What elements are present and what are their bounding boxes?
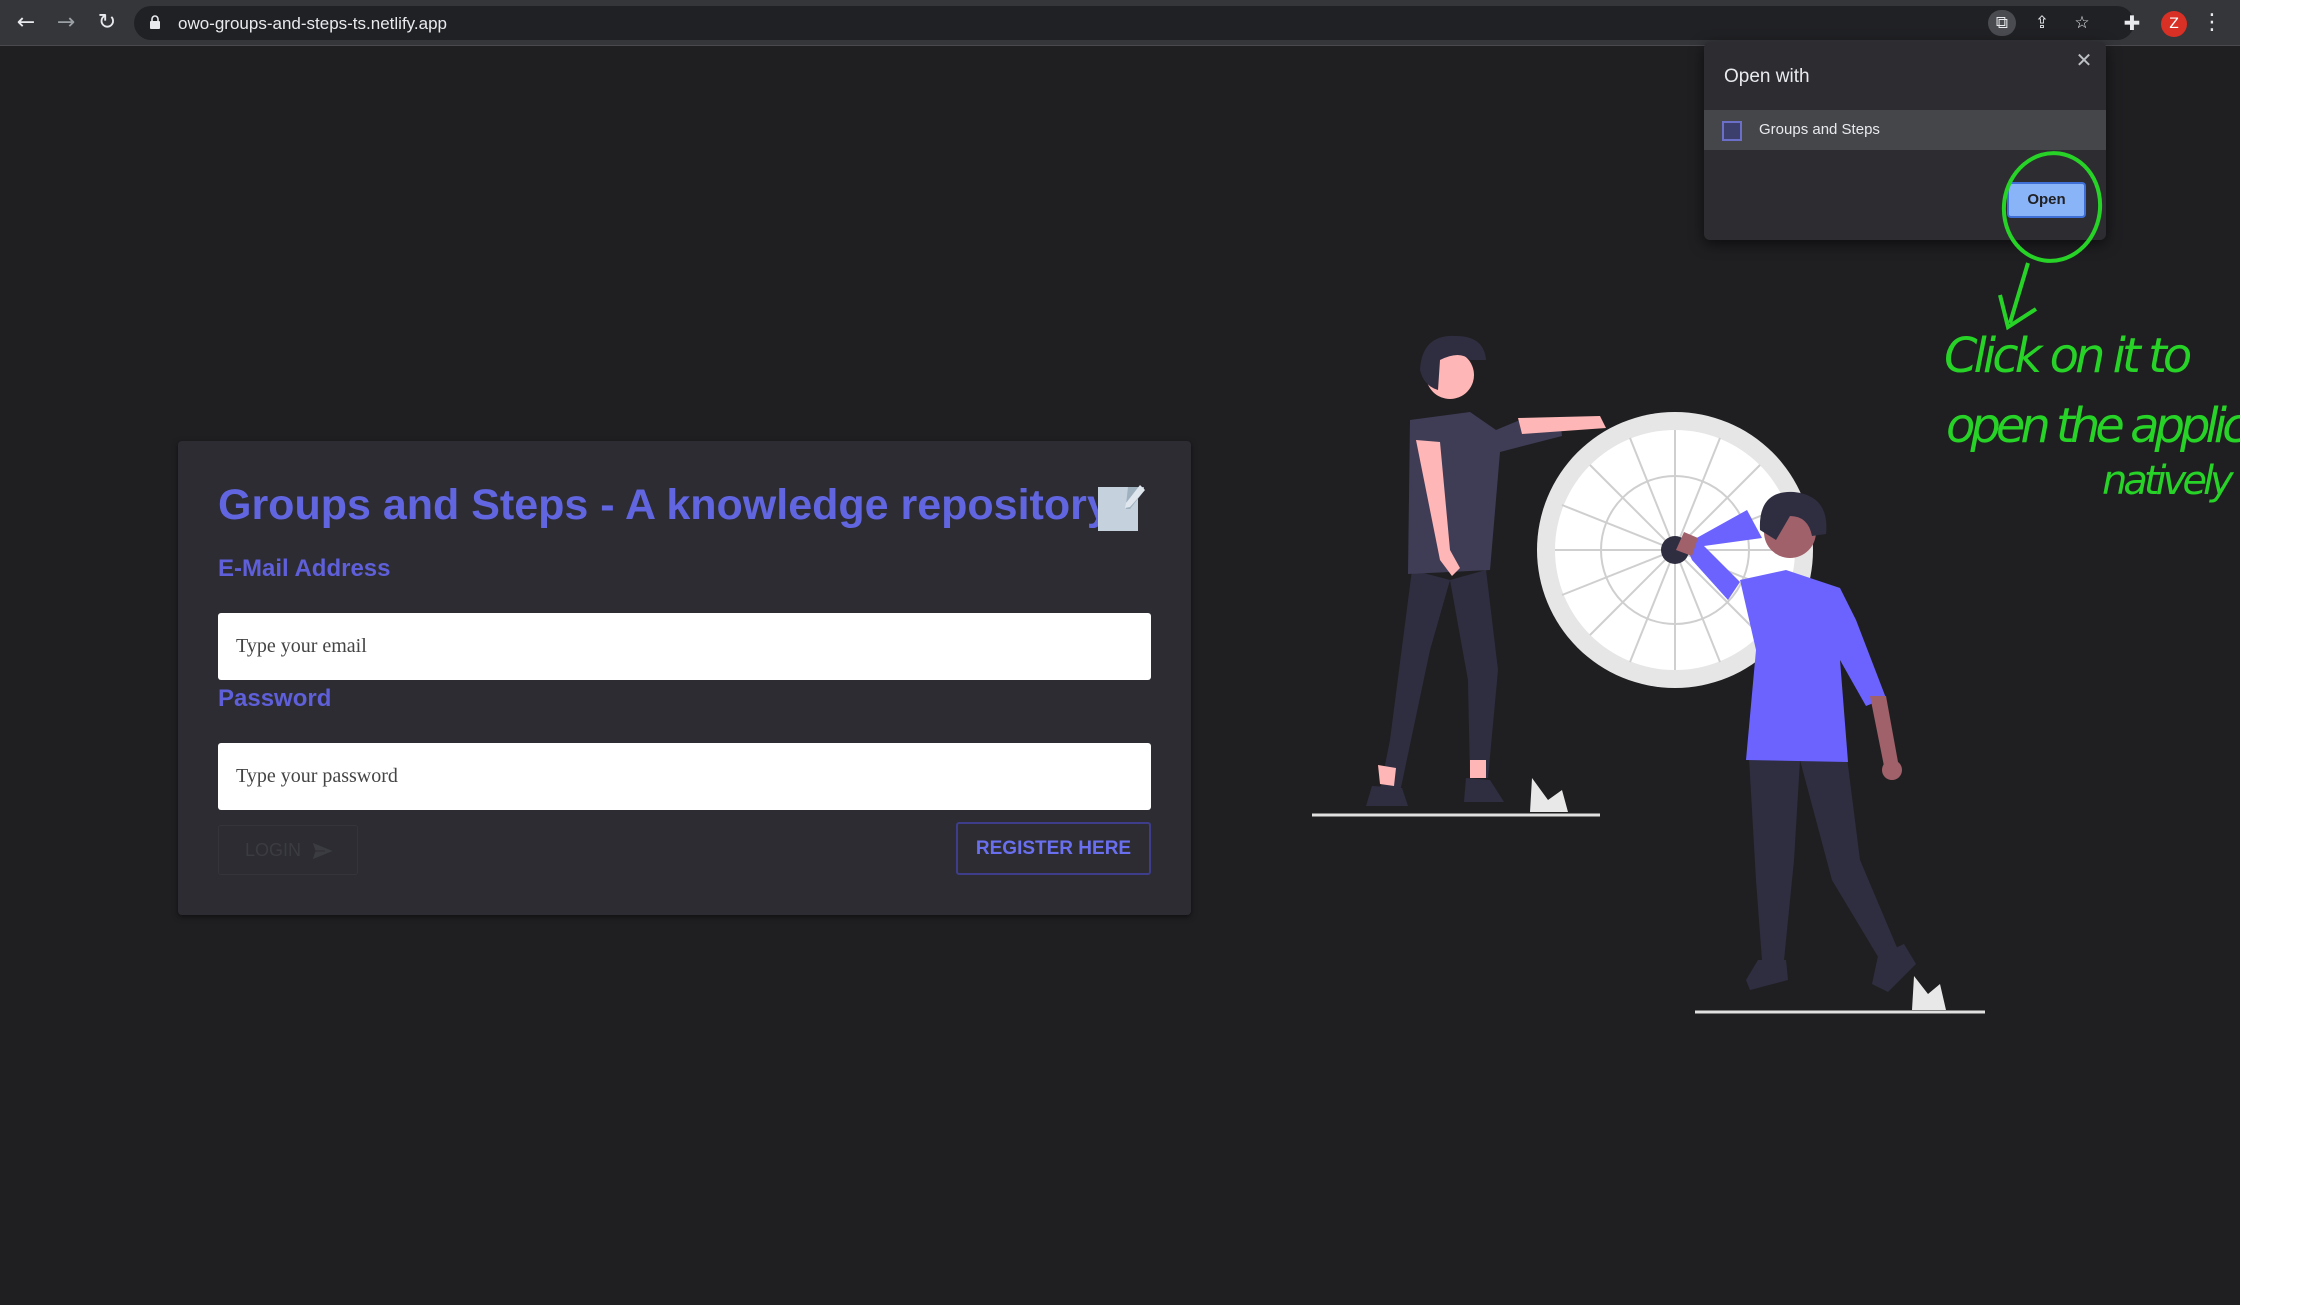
profile-avatar[interactable]: Z: [2161, 11, 2187, 37]
browser-window: ← → ↻ owo-groups-and-steps-ts.netlify.ap…: [0, 0, 2240, 1305]
popup-title: Open with: [1724, 66, 1810, 87]
app-icon: [1722, 121, 1742, 141]
lock-icon: [150, 15, 160, 29]
share-icon[interactable]: ⇪: [2028, 10, 2056, 36]
send-icon: [311, 841, 335, 861]
email-field-wrapper: [218, 613, 1151, 680]
forward-arrow-icon[interactable]: →: [52, 9, 80, 37]
browser-toolbar: ← → ↻ owo-groups-and-steps-ts.netlify.ap…: [0, 0, 2240, 46]
register-button[interactable]: REGISTER HERE: [956, 822, 1151, 875]
email-field[interactable]: [218, 613, 1151, 680]
annotation-line-2: open the application: [1946, 398, 2240, 454]
page-title: Groups and Steps - A knowledge repositor…: [218, 481, 1111, 529]
login-button[interactable]: LOGIN: [218, 825, 358, 875]
password-field[interactable]: [218, 743, 1151, 810]
password-label: Password: [218, 685, 332, 712]
address-bar[interactable]: owo-groups-and-steps-ts.netlify.app ⧉ ⇪ …: [134, 6, 2134, 40]
login-button-label: LOGIN: [245, 840, 302, 860]
password-field-wrapper: [218, 743, 1151, 810]
login-card: Groups and Steps - A knowledge repositor…: [178, 441, 1191, 915]
puzzle-icon[interactable]: ✚: [2118, 9, 2146, 37]
back-arrow-icon[interactable]: ←: [12, 9, 40, 37]
open-in-app-icon[interactable]: ⧉: [1988, 10, 2016, 36]
wheel-illustration: [1312, 335, 1985, 1014]
close-icon[interactable]: ✕: [2072, 48, 2096, 72]
memo-icon: [1098, 485, 1145, 531]
kebab-menu-icon[interactable]: ⋮: [2198, 9, 2226, 37]
annotation-line-1: Click on it to: [1944, 328, 2192, 384]
email-label: E-Mail Address: [218, 555, 391, 582]
popup-app-label: Groups and Steps: [1759, 121, 1880, 138]
star-icon[interactable]: ☆: [2068, 10, 2096, 36]
url-text[interactable]: owo-groups-and-steps-ts.netlify.app: [178, 14, 447, 34]
annotation-line-3: natively: [2102, 458, 2234, 504]
reload-icon[interactable]: ↻: [93, 9, 121, 37]
